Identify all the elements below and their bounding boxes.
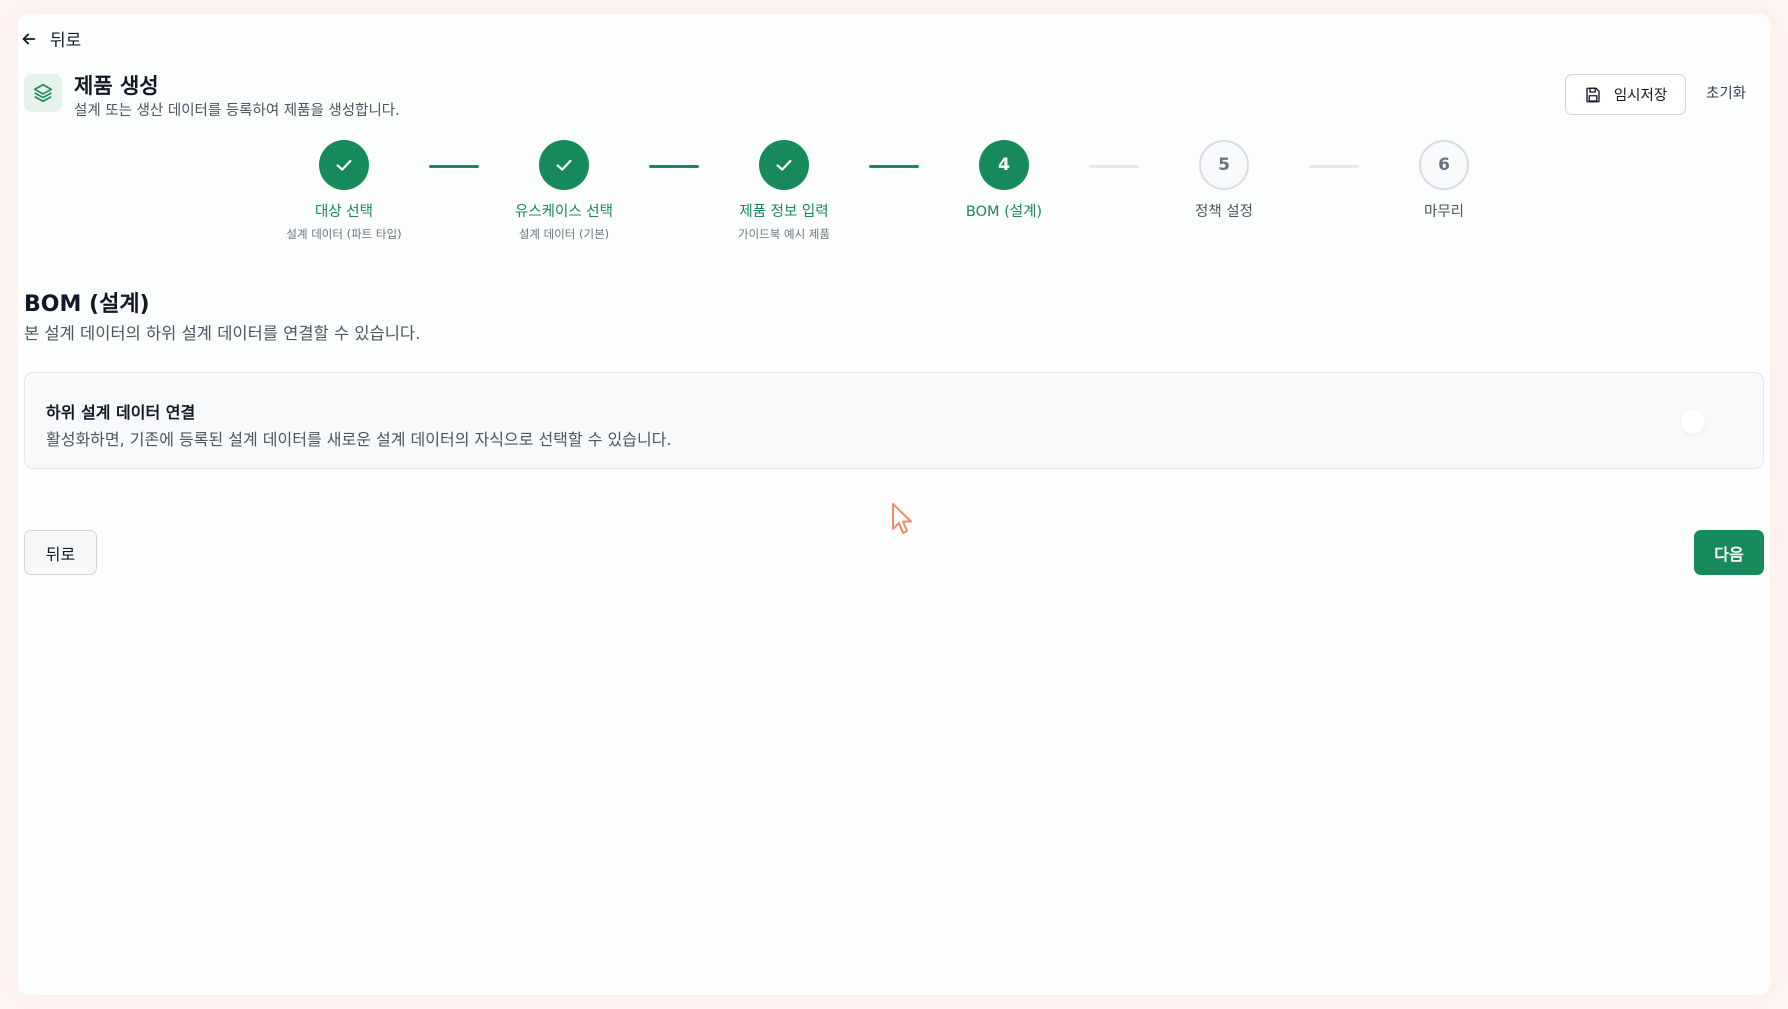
save-draft-label: 임시저장 [1613,88,1668,104]
child-link-toggle[interactable] [1667,409,1707,434]
step-product-info[interactable]: 제품 정보 입력 가이드북 예시 제품 [674,140,894,242]
step-label: 정책 설정 [1195,204,1253,220]
arrow-left-icon [22,33,36,44]
page-title: 제품 생성 [74,74,159,98]
step-circle [539,140,589,190]
back-link-label: 뒤로 [50,31,82,51]
mouse-cursor-icon [892,503,912,534]
step-label: 마무리 [1423,204,1465,220]
check-icon [336,159,352,171]
layers-icon [24,74,62,112]
section-description: 본 설계 데이터의 하위 설계 데이터를 연결할 수 있습니다. [24,324,421,343]
card-title: 하위 설계 데이터 연결 [46,403,196,422]
back-link[interactable]: 뒤로 [20,26,81,51]
step-circle [759,140,809,190]
step-sublabel: 가이드북 예시 제품 [738,227,830,241]
step-usecase-select[interactable]: 유스케이스 선택 설계 데이터 (기본) [454,140,674,242]
step-bom[interactable]: 4 BOM (설계) [894,140,1114,221]
step-finish[interactable]: 6 마무리 [1334,140,1554,221]
page-subtitle: 설계 또는 생산 데이터를 등록하여 제품을 생성합니다. [74,103,400,119]
check-icon [776,159,792,171]
toggle-knob [1681,410,1705,434]
reset-button[interactable]: 초기화 [1706,82,1746,103]
step-label: 제품 정보 입력 [739,204,829,220]
check-icon [556,159,572,171]
step-policy[interactable]: 5 정책 설정 [1114,140,1334,221]
step-circle: 4 [979,140,1029,190]
next-button[interactable]: 다음 [1694,530,1764,575]
step-circle: 5 [1199,140,1249,190]
step-target-select[interactable]: 대상 선택 설계 데이터 (파트 타입) [234,140,454,242]
step-label: 대상 선택 [315,204,373,220]
step-sublabel: 설계 데이터 (파트 타입) [286,227,402,241]
step-circle [319,140,369,190]
child-link-card: 하위 설계 데이터 연결 활성화하면, 기존에 등록된 설계 데이터를 새로운 … [24,372,1764,469]
step-circle: 6 [1419,140,1469,190]
back-button[interactable]: 뒤로 [24,530,97,575]
section-title: BOM (설계) [24,292,150,317]
save-draft-button[interactable]: 임시저장 [1565,74,1686,115]
step-sublabel: 설계 데이터 (기본) [518,227,610,241]
save-icon [1586,87,1600,102]
step-label: BOM (설계) [965,204,1043,220]
step-label: 유스케이스 선택 [515,204,613,220]
card-description: 활성화하면, 기존에 등록된 설계 데이터를 새로운 설계 데이터의 자식으로 … [46,430,672,449]
